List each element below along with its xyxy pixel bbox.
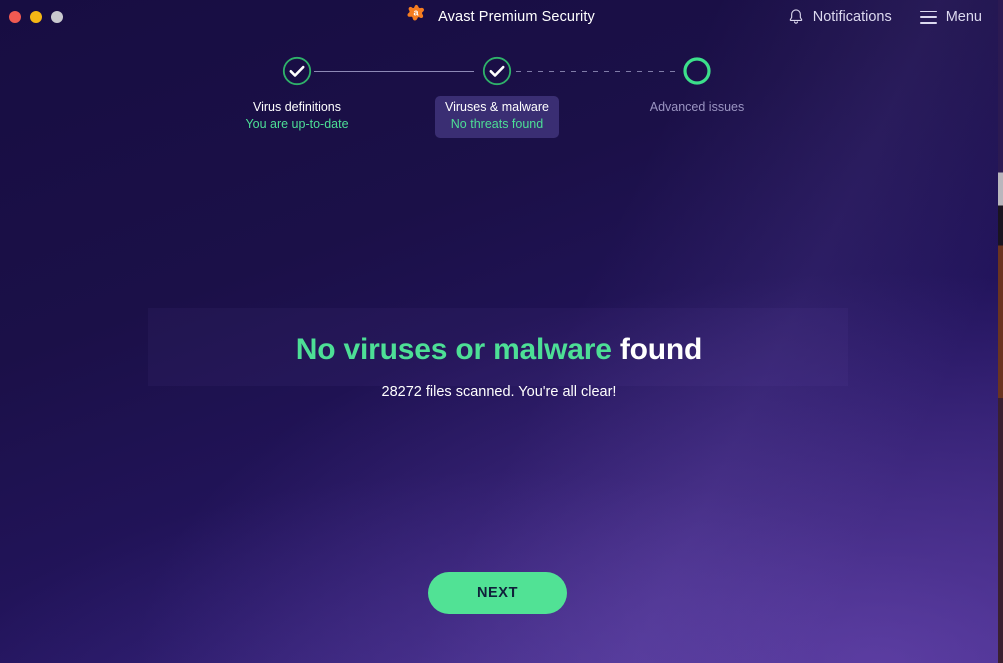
stepper-step-3-title: Advanced issues (649, 100, 745, 114)
scan-result-summary: No viruses or malware found 28272 files … (0, 330, 998, 400)
menu-label: Menu (945, 9, 982, 25)
stepper-step-virus-definitions[interactable]: Virus definitions You are up-to-date (187, 55, 407, 138)
scan-result-subtitle: 28272 files scanned. You're all clear! (381, 384, 617, 400)
stepper-step-2-subtitle: No threats found (450, 117, 544, 131)
stepper-step-2-labels: Viruses & malware No threats found (435, 96, 559, 138)
scan-result-heading-accent: No viruses or malware (295, 333, 612, 366)
menu-button[interactable]: Menu (919, 9, 982, 25)
stepper-step-1-title: Virus definitions (252, 100, 341, 114)
stepper-step-1-subtitle: You are up-to-date (245, 117, 349, 131)
zoom-button[interactable] (51, 11, 63, 23)
scan-result-heading: No viruses or malware found (0, 330, 998, 370)
next-button[interactable]: NEXT (428, 572, 567, 614)
svg-text:a: a (414, 7, 420, 17)
scan-result-heading-plain: found (619, 333, 703, 366)
stepper-step-viruses-malware[interactable]: Viruses & malware No threats found (387, 55, 607, 138)
title-bar: a Avast Premium Security Notifications M… (0, 0, 998, 34)
stepper-step-2-title: Viruses & malware (445, 100, 549, 114)
background-desktop-strip (998, 0, 1003, 663)
stepper-step-3-labels: Advanced issues (640, 96, 755, 121)
minimize-button[interactable] (30, 11, 42, 23)
notifications-label: Notifications (812, 9, 892, 25)
title-bar-actions: Notifications Menu (788, 0, 982, 34)
check-circle-icon (281, 55, 313, 87)
stepper-step-advanced-issues[interactable]: Advanced issues (587, 55, 807, 121)
app-title: Avast Premium Security (438, 9, 595, 25)
hamburger-icon (919, 10, 937, 24)
bell-icon (788, 8, 804, 26)
ring-icon (681, 55, 713, 87)
check-circle-icon (481, 55, 513, 87)
avast-logo-icon: a (407, 4, 425, 21)
window-controls (9, 11, 63, 23)
close-button[interactable] (9, 11, 21, 23)
scan-progress-stepper: Virus definitions You are up-to-date Vir… (0, 55, 998, 138)
notifications-button[interactable]: Notifications (788, 8, 892, 26)
avast-app-window: a Avast Premium Security Notifications M… (0, 0, 998, 663)
stepper-step-1-labels: Virus definitions You are up-to-date (235, 96, 358, 138)
